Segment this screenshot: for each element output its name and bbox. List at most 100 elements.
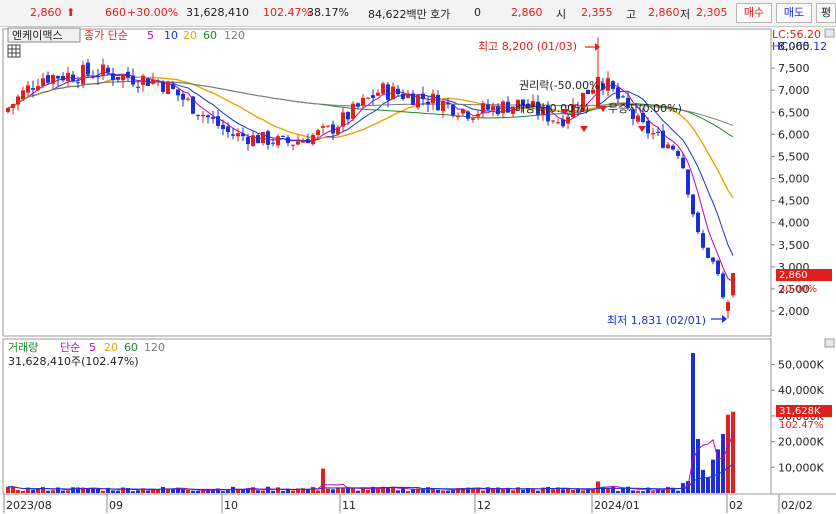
candle-body bbox=[696, 212, 700, 233]
price-collapse-button[interactable] bbox=[824, 28, 835, 38]
volume-bar bbox=[581, 490, 585, 493]
candle-body bbox=[336, 127, 340, 135]
candle-body bbox=[226, 126, 230, 133]
volume-bar bbox=[91, 488, 95, 493]
candle-body bbox=[56, 76, 60, 79]
candle-body bbox=[306, 139, 310, 144]
candle-body bbox=[21, 90, 25, 100]
volume-bar bbox=[356, 490, 360, 493]
volume-bar bbox=[66, 490, 70, 493]
buy-button[interactable]: 매수 bbox=[736, 3, 772, 23]
candle-body bbox=[241, 133, 245, 137]
candle-body bbox=[661, 130, 665, 148]
change-amount: 660 bbox=[105, 6, 126, 19]
volume-bar bbox=[731, 411, 735, 493]
candle-body bbox=[236, 133, 240, 137]
volume-tick-label: 10,000K bbox=[778, 461, 824, 474]
candle-body bbox=[711, 257, 715, 262]
date-tick-label: 09 bbox=[109, 499, 123, 512]
volume-bar bbox=[701, 469, 705, 493]
high-label: 고 bbox=[626, 8, 637, 21]
vol-ma5-legend: 5 bbox=[89, 341, 96, 354]
volume-current-pct: 102.47% bbox=[779, 420, 824, 431]
volume-bar bbox=[351, 487, 355, 493]
candle-body bbox=[431, 93, 435, 104]
volume-bar bbox=[341, 487, 345, 493]
candle-body bbox=[246, 136, 250, 145]
date-axis: 2023/08 09 10 11 12 2024/01 02 02/02 bbox=[3, 494, 813, 513]
candle-body bbox=[551, 120, 555, 122]
volume-bar bbox=[311, 486, 315, 493]
candle-body bbox=[46, 75, 50, 83]
candle-body bbox=[426, 101, 430, 105]
candle-body bbox=[196, 114, 200, 116]
volume-bar bbox=[631, 490, 635, 493]
volume-bar bbox=[16, 489, 20, 493]
candle-body bbox=[216, 116, 220, 126]
volume-bar bbox=[396, 490, 400, 493]
open-price: 2,355 bbox=[581, 6, 613, 19]
candle-body bbox=[6, 108, 10, 112]
price-tick-label: 8,000 bbox=[778, 40, 810, 53]
volume-bar bbox=[196, 490, 200, 493]
candle-body bbox=[81, 64, 85, 85]
volume-bar bbox=[61, 490, 65, 493]
date-tick-label: 11 bbox=[342, 499, 356, 512]
volume-value: 31,628,410 bbox=[186, 6, 249, 19]
candle-body bbox=[146, 78, 150, 86]
vol-ma120-legend: 120 bbox=[144, 341, 165, 354]
candle-body bbox=[366, 97, 370, 99]
candle-body bbox=[266, 131, 270, 145]
sell-button[interactable]: 매도 bbox=[776, 3, 812, 23]
date-tick-label: 02/02 bbox=[781, 499, 813, 512]
high-price: 2,860 bbox=[648, 6, 680, 19]
candle-body bbox=[716, 260, 720, 275]
candle-body bbox=[671, 145, 675, 150]
candle-body bbox=[206, 115, 210, 118]
volume-bar bbox=[636, 490, 640, 493]
price-tick-label: 3,500 bbox=[778, 239, 810, 252]
ma5-legend: 5 bbox=[147, 29, 154, 42]
candle-body bbox=[446, 103, 450, 105]
eval-button[interactable]: 평 bbox=[816, 3, 836, 23]
candle-body bbox=[101, 64, 105, 75]
volume-collapse-button[interactable] bbox=[824, 338, 835, 348]
volume-tick-label: 40,000K bbox=[778, 384, 824, 397]
volume-current-text: 31,628K bbox=[779, 406, 821, 417]
volume-bar bbox=[86, 489, 90, 493]
candle-body bbox=[166, 81, 170, 95]
candle-body bbox=[396, 88, 400, 95]
volume-tick-label: 50,000K bbox=[778, 359, 824, 372]
volume-bar bbox=[676, 490, 680, 493]
candle-body bbox=[386, 84, 390, 100]
candle-body bbox=[356, 103, 360, 107]
price-tick-label: 4,500 bbox=[778, 195, 810, 208]
price-current-text: 2,860 bbox=[779, 270, 808, 281]
volume-bar bbox=[41, 486, 45, 493]
volume-bar bbox=[481, 490, 485, 493]
volume-bar bbox=[221, 491, 225, 493]
candle-body bbox=[171, 84, 175, 89]
volume-bar bbox=[131, 491, 135, 493]
grid-icon[interactable] bbox=[7, 44, 21, 58]
low-price: 2,305 bbox=[696, 6, 728, 19]
date-tick-label: 12 bbox=[477, 499, 491, 512]
volume-bar bbox=[181, 489, 185, 493]
volume-info: 31,628,410주(102.47%) bbox=[8, 355, 139, 368]
quote-price: 2,860 bbox=[511, 6, 543, 19]
candle-body bbox=[326, 125, 330, 127]
volume-bar bbox=[571, 490, 575, 493]
candle-body bbox=[406, 93, 410, 98]
candle-body bbox=[11, 104, 15, 108]
candle-body bbox=[261, 132, 265, 144]
date-tick-label: 10 bbox=[224, 499, 238, 512]
candle-body bbox=[121, 74, 125, 81]
volume-bar bbox=[261, 490, 265, 493]
volume-bar bbox=[236, 489, 240, 493]
volume-bar bbox=[226, 490, 230, 493]
candle-body bbox=[681, 157, 685, 169]
up-arrow-icon: ⬆ bbox=[66, 6, 76, 19]
ma60-legend: 60 bbox=[203, 29, 217, 42]
date-tick-label: 2023/08 bbox=[6, 499, 52, 512]
price-tick-label: 6,000 bbox=[778, 128, 810, 141]
